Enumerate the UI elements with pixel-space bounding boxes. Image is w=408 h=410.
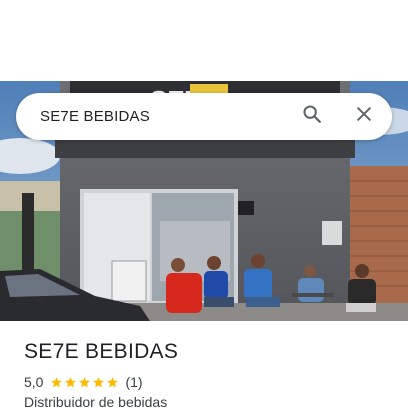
rating-value: 5,0	[24, 374, 44, 390]
clear-search-button[interactable]	[350, 103, 378, 131]
search-input[interactable]: SE7E BEBIDAS	[40, 108, 298, 125]
star-icon	[93, 376, 105, 387]
review-count[interactable]: (1)	[125, 374, 142, 390]
search-bar[interactable]: SE7E BEBIDAS	[16, 93, 392, 140]
search-icon	[301, 103, 323, 130]
star-icon	[65, 376, 77, 387]
rating-row[interactable]: 5,0 (1)	[24, 373, 143, 391]
star-icon	[51, 376, 63, 387]
close-icon	[354, 104, 374, 129]
star-icon	[79, 376, 91, 387]
star-icon	[107, 376, 119, 387]
place-title: SE7E BEBIDAS	[24, 340, 179, 363]
place-category: Distribuidor de bebidas	[24, 394, 168, 410]
rating-stars	[50, 376, 120, 389]
search-button[interactable]	[298, 103, 326, 131]
